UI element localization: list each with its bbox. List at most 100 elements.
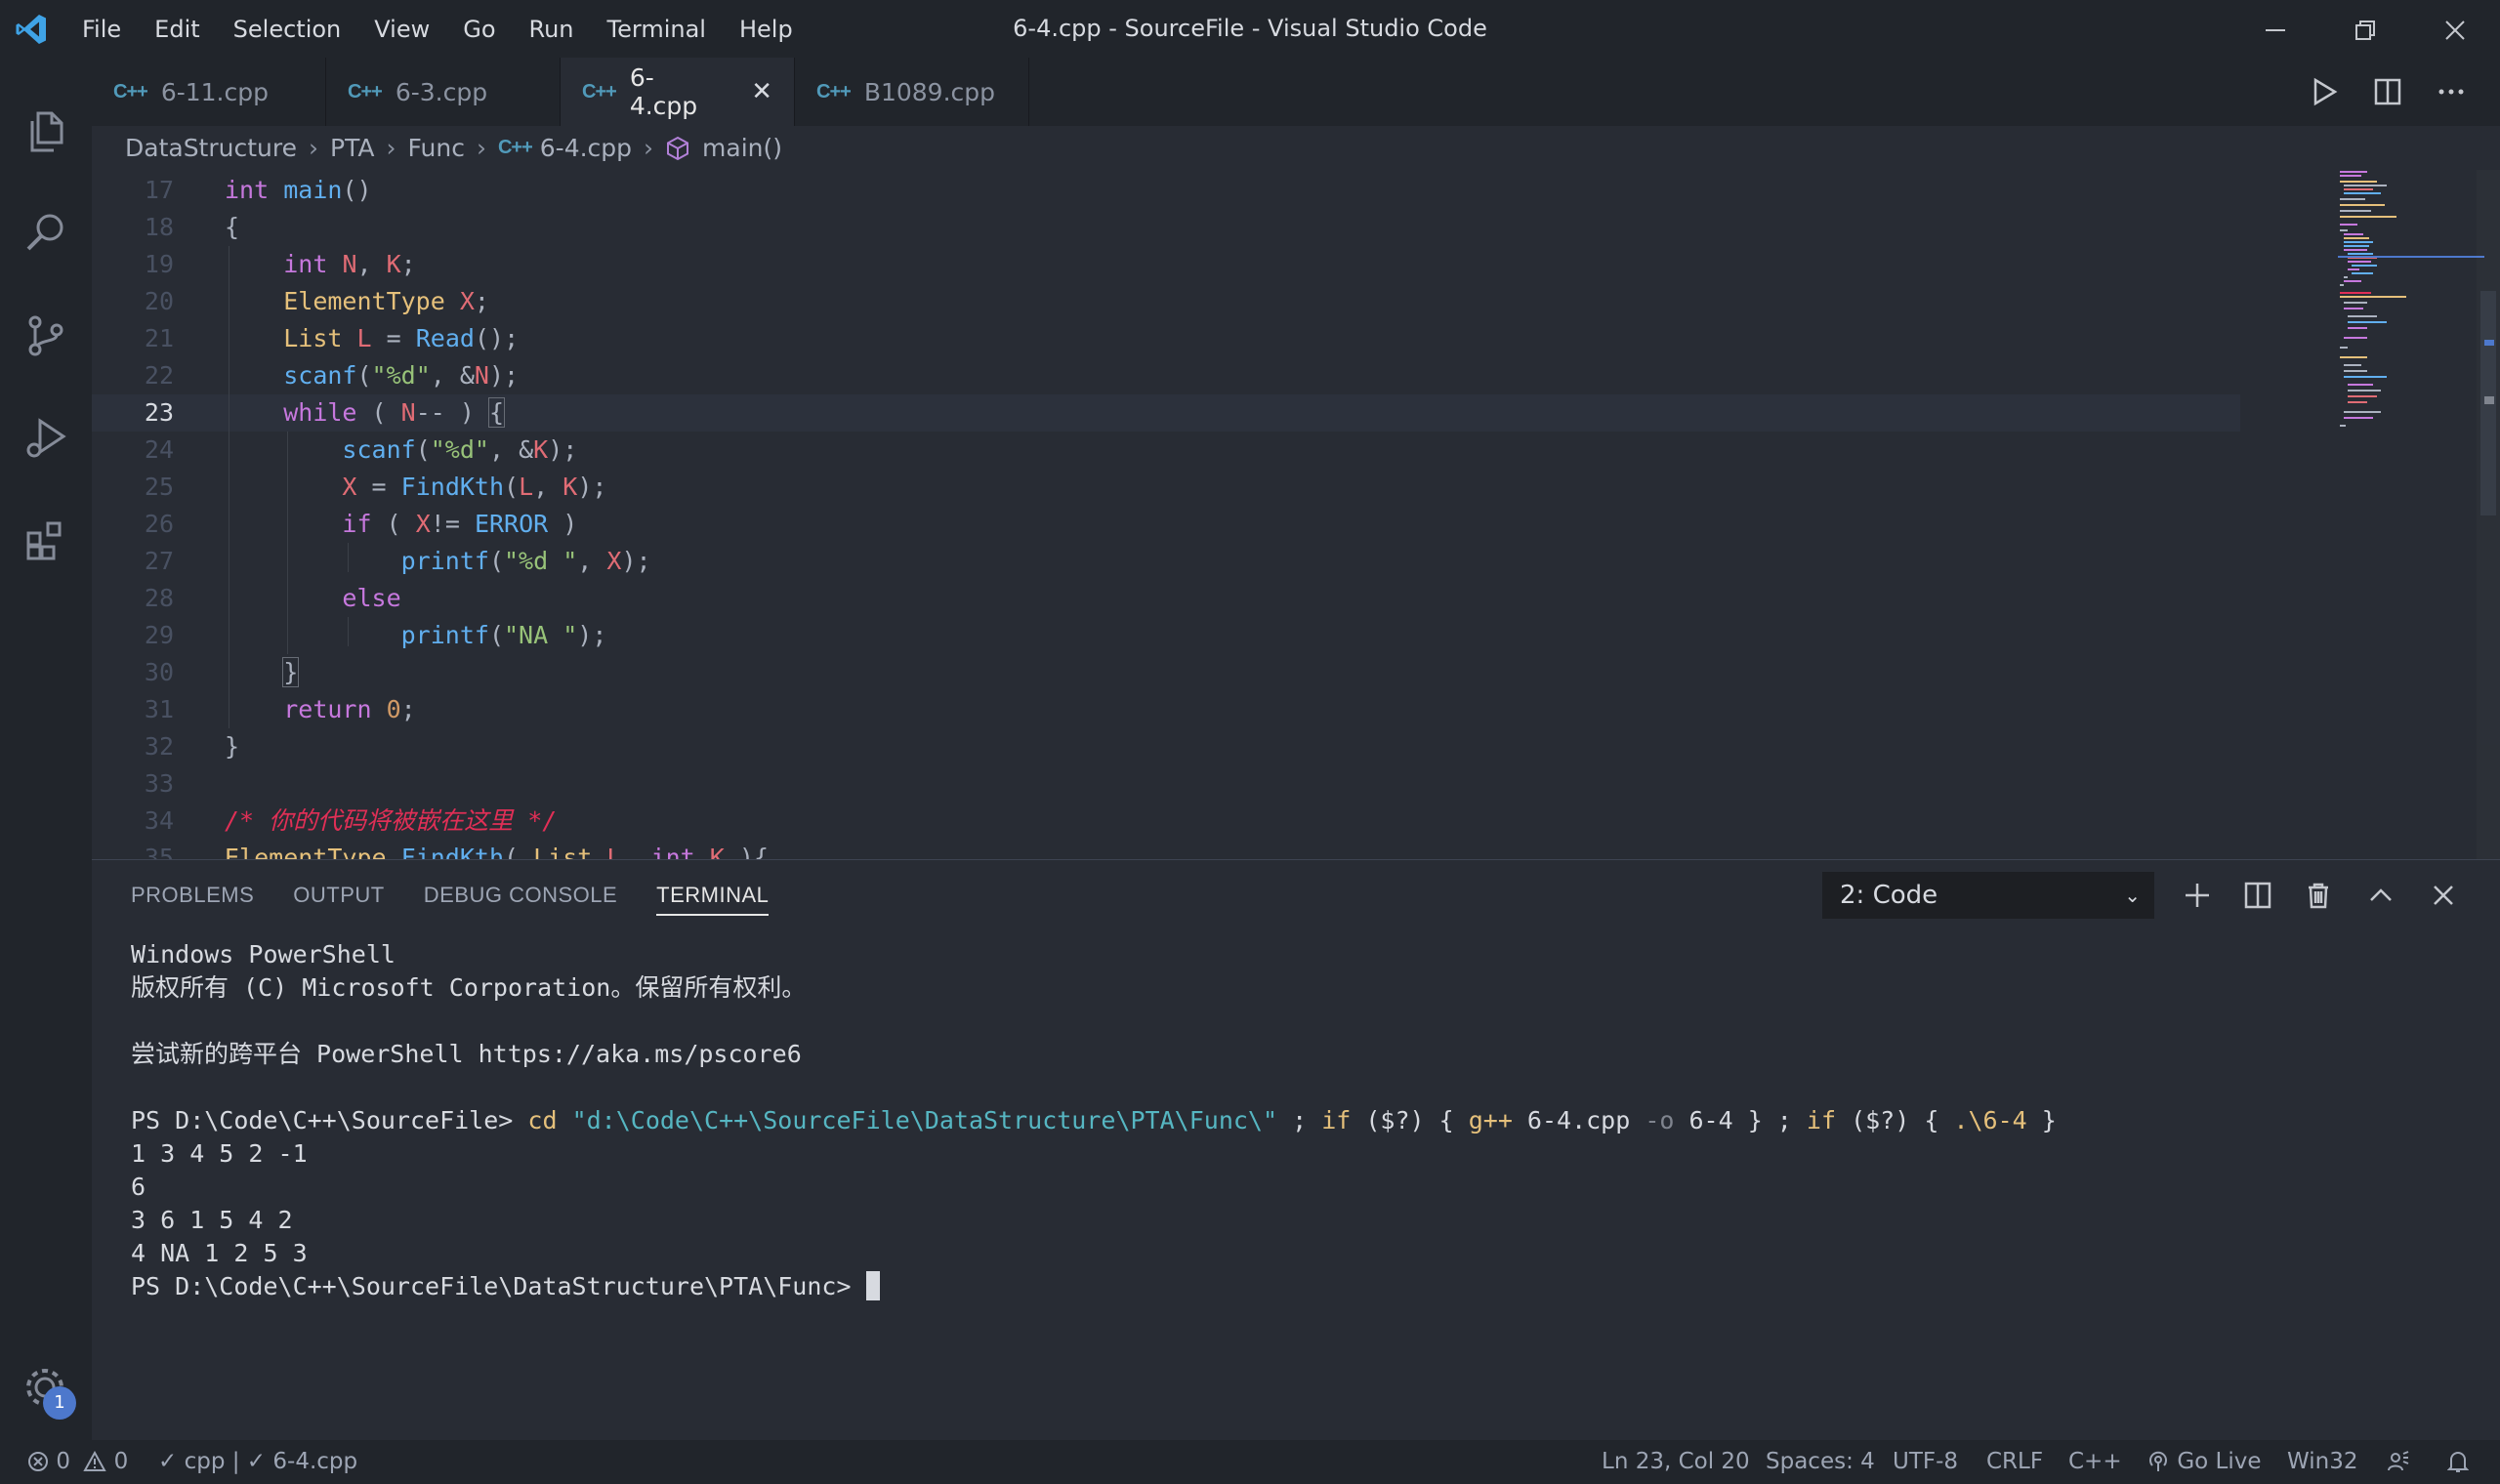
close-icon (2445, 21, 2465, 40)
maximize-panel-button[interactable] (2357, 872, 2404, 919)
code-text: } (225, 732, 240, 761)
activity-bar (0, 58, 92, 1440)
source-control-icon (28, 315, 63, 356)
line-number: 29 (144, 621, 174, 649)
menu-help[interactable]: Help (739, 16, 793, 43)
scrollbar-marker (2484, 340, 2494, 346)
code-text: while ( N-- ) { (283, 397, 506, 428)
tab-terminal[interactable]: TERMINAL (656, 875, 770, 916)
vscode-logo-icon (16, 15, 46, 44)
code-text: } (282, 657, 300, 687)
cursor-position[interactable]: Ln 23, Col 20 (1602, 1440, 1750, 1484)
breadcrumb-symbol[interactable]: main() (702, 134, 782, 162)
language-mode[interactable]: C++ (2068, 1440, 2122, 1484)
terminal-line: 尝试新的跨平台 PowerShell https://aka.ms/pscore… (131, 1040, 802, 1068)
extensions-button[interactable] (17, 512, 75, 570)
breadcrumb-file[interactable]: 6-4.cpp (540, 134, 632, 162)
tab-6-3-cpp[interactable]: C++ 6-3.cpp (326, 58, 561, 126)
new-terminal-button[interactable] (2174, 872, 2221, 919)
terminal-line: 版权所有 (C) Microsoft Corporation。保留所有权利。 (131, 973, 807, 1002)
code-text: int N, K; (283, 250, 416, 278)
encoding-status[interactable]: UTF-8 (1893, 1440, 1958, 1484)
explorer-button[interactable] (17, 102, 75, 160)
title-bar: File Edit Selection View Go Run Terminal… (0, 0, 2500, 58)
terminal-output[interactable]: Windows PowerShell 版权所有 (C) Microsoft Cor… (131, 938, 2057, 1303)
minimize-button[interactable] (2244, 0, 2307, 58)
menu-view[interactable]: View (374, 16, 430, 43)
code-text: int main() (225, 176, 372, 204)
tab-debug-console[interactable]: DEBUG CONSOLE (424, 860, 617, 930)
feedback-button[interactable] (2387, 1440, 2410, 1484)
code-line: 34 /* 你的代码将被嵌在这里 */ (92, 803, 2240, 840)
code-text: else (342, 584, 401, 612)
code-text: scanf("%d", &K); (342, 435, 578, 464)
line-number: 27 (144, 547, 174, 575)
code-line: 26 if ( X!= ERROR ) (92, 506, 2240, 543)
terminal-line: Windows PowerShell (131, 940, 396, 969)
tab-output[interactable]: OUTPUT (293, 860, 384, 930)
terminal-select[interactable]: 2: Code ⌄ (1822, 872, 2154, 919)
indentation-status[interactable]: Spaces: 4 (1766, 1440, 1875, 1484)
chevron-right-icon: › (644, 134, 654, 162)
breadcrumb-item[interactable]: Func (408, 134, 465, 162)
code-line-current: 23 while ( N-- ) { (92, 394, 2240, 432)
menu-go[interactable]: Go (463, 16, 495, 43)
code-line: 19 int N, K; (92, 246, 2240, 283)
code-line: 32} (92, 728, 2240, 765)
notification-badge: 1 (43, 1386, 76, 1420)
restore-icon (2355, 21, 2375, 40)
chevron-down-icon: ⌄ (2124, 884, 2141, 907)
terminal-line: 6 (131, 1173, 146, 1201)
line-number: 23 (144, 398, 174, 427)
notifications-button[interactable] (2446, 1440, 2470, 1484)
add-terminal-icon (2186, 884, 2209, 907)
tab-6-4-cpp[interactable]: C++ 6-4.cpp ✕ (561, 58, 795, 126)
menu-file[interactable]: File (82, 16, 121, 43)
split-terminal-button[interactable] (2234, 872, 2281, 919)
warning-icon (83, 1450, 106, 1471)
restore-button[interactable] (2334, 0, 2396, 58)
source-control-button[interactable] (17, 307, 75, 365)
minimap[interactable] (2338, 170, 2484, 859)
terminal-line: 3 6 1 5 4 2 (131, 1206, 293, 1234)
breadcrumb-item[interactable]: PTA (330, 134, 375, 162)
warning-count: 0 (113, 1449, 129, 1474)
code-editor[interactable]: 17 int main() 18 { 19 int N, K; 20 Element… (92, 170, 2500, 859)
code-line: 20 ElementType X; (92, 283, 2240, 320)
code-line: 21 List L = Read(); (92, 320, 2240, 357)
code-line: 24 scanf("%d", &K); (92, 432, 2240, 469)
more-actions-button[interactable] (2422, 58, 2480, 126)
code-text: return 0; (283, 695, 416, 723)
menu-selection[interactable]: Selection (233, 16, 342, 43)
platform-status[interactable]: Win32 (2287, 1440, 2357, 1484)
menu-terminal[interactable]: Terminal (607, 16, 706, 43)
split-editor-icon (2374, 78, 2401, 105)
search-icon (26, 214, 63, 251)
tab-problems[interactable]: PROBLEMS (131, 860, 254, 930)
menu-run[interactable]: Run (529, 16, 574, 43)
close-tab-icon[interactable]: ✕ (751, 77, 772, 106)
eol-status[interactable]: CRLF (1986, 1440, 2043, 1484)
lint-status[interactable]: ✓ cpp | ✓ 6-4.cpp (158, 1440, 357, 1484)
go-live-button[interactable]: Go Live (2146, 1440, 2261, 1484)
kill-terminal-button[interactable] (2295, 872, 2342, 919)
tab-6-11-cpp[interactable]: C++ 6-11.cpp (92, 58, 326, 126)
close-panel-button[interactable] (2420, 872, 2467, 919)
menu-edit[interactable]: Edit (154, 16, 199, 43)
close-window-button[interactable] (2424, 0, 2486, 58)
line-number: 26 (144, 510, 174, 538)
code-line: 25 X = FindKth(L, K); (92, 469, 2240, 506)
line-number: 20 (144, 287, 174, 315)
run-debug-button[interactable] (17, 409, 75, 468)
cpp-file-icon: C++ (582, 80, 617, 103)
breadcrumb-item[interactable]: DataStructure (125, 134, 297, 162)
problems-status[interactable]: 0 0 (27, 1440, 128, 1484)
terminal-prompt-line: PS D:\Code\C++\SourceFile\DataStructure\… (131, 1270, 2057, 1303)
editor-scrollbar[interactable] (2477, 170, 2500, 859)
tab-b1089-cpp[interactable]: C++ B1089.cpp (795, 58, 1029, 126)
search-button[interactable] (17, 204, 75, 263)
terminal-line: 4 NA 1 2 5 3 (131, 1239, 308, 1267)
split-editor-button[interactable] (2358, 58, 2417, 126)
run-button[interactable] (2295, 58, 2354, 126)
